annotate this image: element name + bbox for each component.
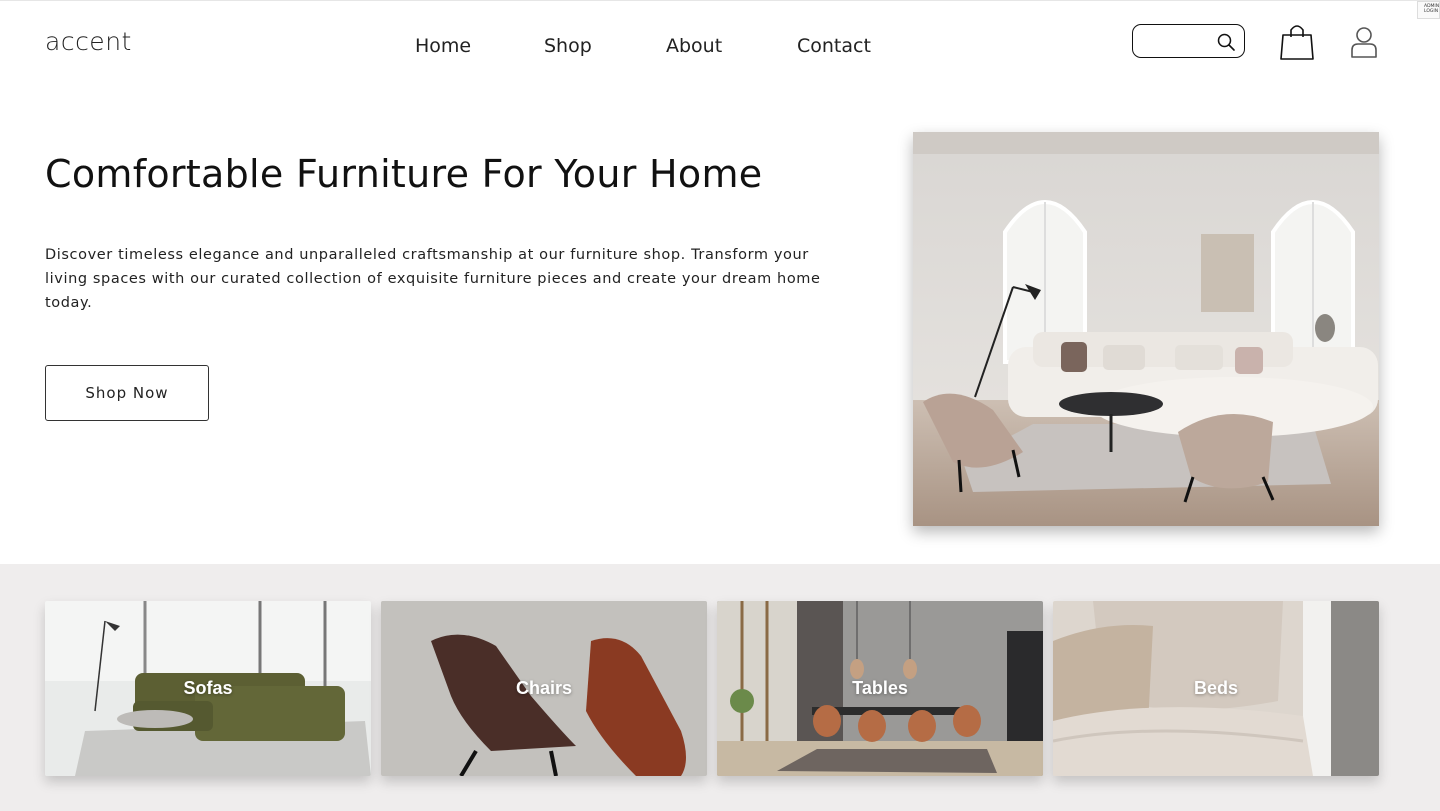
category-section: Sofas Chairs Tables Beds: [0, 564, 1440, 811]
category-label-chairs: Chairs: [515, 678, 573, 698]
nav-home[interactable]: Home: [415, 35, 471, 57]
category-card-beds[interactable]: Beds: [1053, 601, 1379, 776]
hero-description: Discover timeless elegance and unparalle…: [45, 247, 821, 311]
category-label-beds: Beds: [1193, 678, 1238, 698]
nav-about[interactable]: About: [666, 35, 722, 57]
category-card-sofas[interactable]: Sofas: [45, 601, 371, 776]
category-card-tables[interactable]: Tables: [717, 601, 1043, 776]
nav-contact[interactable]: Contact: [797, 35, 871, 57]
search-input[interactable]: [1141, 31, 1213, 51]
admin-login-badge[interactable]: ADMIN LOGIN: [1417, 1, 1440, 19]
category-label-tables: Tables: [852, 678, 908, 698]
site-header: accent Home Shop About Contact ADMIN LOG…: [0, 0, 1440, 90]
search-box[interactable]: [1132, 24, 1245, 58]
user-icon[interactable]: [1350, 25, 1378, 59]
hero-title: Comfortable Furniture For Your Home: [45, 152, 763, 196]
category-label-sofas: Sofas: [183, 678, 233, 698]
hero-living-room-image: [913, 132, 1379, 526]
nav-shop[interactable]: Shop: [544, 35, 592, 57]
category-card-chairs[interactable]: Chairs: [381, 601, 707, 776]
shopping-bag-icon[interactable]: [1280, 23, 1314, 61]
search-icon[interactable]: [1216, 32, 1236, 52]
shop-now-button[interactable]: Shop Now: [45, 365, 209, 421]
